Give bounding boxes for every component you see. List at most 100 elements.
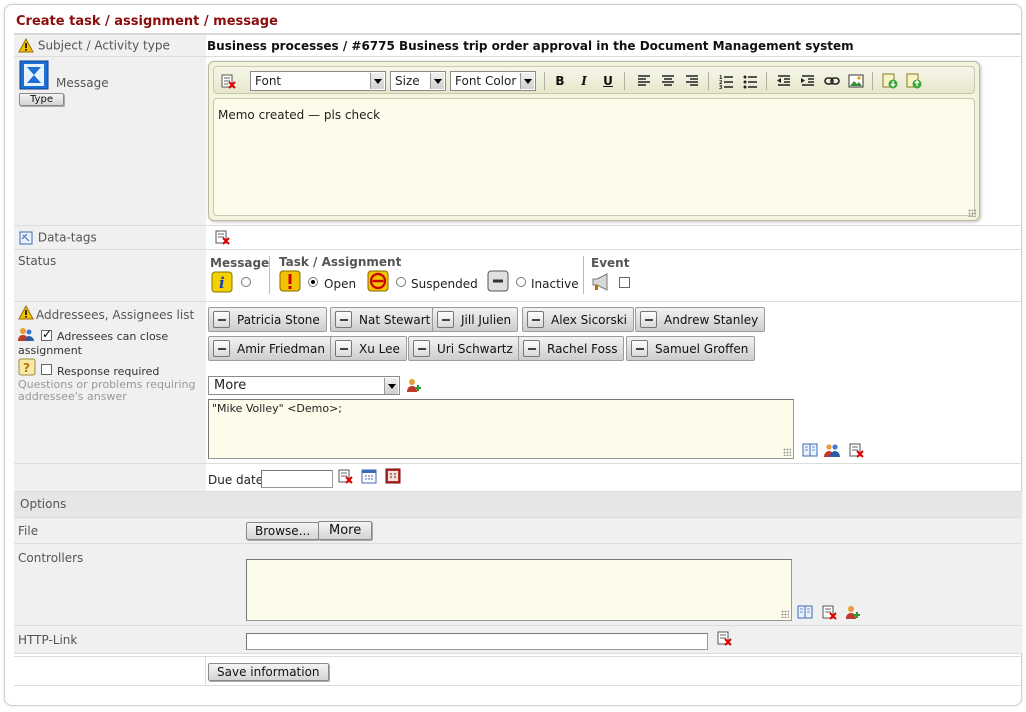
response-required-label: Response required [57,365,160,378]
http-link-input[interactable] [246,633,708,650]
resize-grip-icon[interactable] [781,610,789,618]
outdent-icon[interactable] [776,73,792,89]
remove-icon[interactable] [631,340,648,357]
calendar-icon[interactable] [361,468,377,484]
add-user-icon[interactable] [845,604,861,620]
status-open-label: Open [324,277,357,291]
clear-datatags-icon[interactable] [214,229,230,245]
clear-format-icon[interactable] [220,73,236,89]
font-color-select-value: Font Color [455,74,517,88]
status-suspended-radio[interactable] [396,277,406,287]
controllers-textarea[interactable] [246,559,792,621]
event-checkbox[interactable] [619,277,630,288]
addressee-chip[interactable]: Samuel Groffen [626,336,756,361]
addressees-label: Addressees, Assignees list [36,308,195,322]
chevron-down-icon [430,73,444,89]
addressee-chip[interactable]: Andrew Stanley [635,307,766,332]
link-icon[interactable] [824,73,840,89]
remove-icon[interactable] [335,311,352,328]
status-separator [583,256,584,294]
status-open-radio[interactable] [308,277,318,287]
address-book-icon[interactable] [797,604,813,620]
response-required-checkbox[interactable] [41,364,52,375]
due-date-input[interactable] [261,470,333,488]
addressee-chip[interactable]: Amir Friedman [208,336,332,361]
controllers-label: Controllers [18,551,84,565]
tag-icon [19,231,33,245]
export-icon[interactable] [906,73,922,89]
clear-link-icon[interactable] [716,630,732,646]
addressee-chip[interactable]: Patricia Stone [208,307,327,332]
remove-icon[interactable] [413,340,430,357]
info-icon: i [211,271,233,293]
font-select[interactable]: Font [250,71,386,91]
import-icon[interactable] [882,73,898,89]
remove-icon[interactable] [213,340,230,357]
due-date-empty-cell [14,464,206,491]
add-user-icon[interactable] [406,377,422,393]
file-row: File Browse... More [14,518,1022,544]
inactive-icon [487,270,509,292]
clear-date-icon[interactable] [337,468,353,484]
addressee-chip[interactable]: Jill Julien [432,307,519,332]
bold-button[interactable]: B [552,73,568,89]
toolbar-separator [624,72,625,90]
toolbar-separator [872,72,873,90]
remove-icon[interactable] [213,311,230,328]
addressee-chip[interactable]: Alex Sicorski [522,307,634,332]
size-select[interactable]: Size [390,71,446,91]
remove-icon[interactable] [523,340,540,357]
addressee-chip[interactable]: Nat Stewart [330,307,438,332]
addressee-chip[interactable]: Rachel Foss [518,336,625,361]
remove-icon[interactable] [640,311,657,328]
image-icon[interactable] [848,73,864,89]
status-task-heading: Task / Assignment [279,255,402,269]
datatags-label: Data-tags [37,230,97,245]
indent-icon[interactable] [800,73,816,89]
clear-controllers-icon[interactable] [821,604,837,620]
save-empty-cell [14,657,206,685]
remove-icon[interactable] [527,311,544,328]
chevron-down-icon [384,378,398,394]
status-message-radio[interactable] [241,277,251,287]
addressee-chip[interactable]: Uri Schwartz [408,336,520,361]
status-inactive-label: Inactive [531,277,579,291]
group-icon[interactable] [824,442,840,458]
date-picker-icon[interactable] [385,468,401,484]
more-files-button[interactable]: More [318,521,373,540]
remove-icon[interactable] [335,340,352,357]
align-right-icon[interactable] [684,73,700,89]
http-link-label: HTTP-Link [18,633,78,647]
save-button[interactable]: Save information [208,663,329,681]
status-row: Status Message i Task / Assignment Open … [14,250,1022,302]
italic-button[interactable]: I [576,73,592,89]
align-left-icon[interactable] [636,73,652,89]
status-label-cell: Status [14,250,206,301]
warning-icon [18,305,34,320]
align-center-icon[interactable] [660,73,676,89]
clear-recipients-icon[interactable] [848,442,864,458]
message-type-icon[interactable] [19,60,49,90]
message-textarea[interactable]: Memo created — pls check [213,98,975,216]
size-select-value: Size [395,74,420,88]
ordered-list-icon[interactable]: 123 [718,73,734,89]
resize-grip-icon[interactable] [968,209,976,217]
address-book-icon[interactable] [802,442,818,458]
status-value-cell: Message i Task / Assignment Open Suspend… [207,250,1022,301]
status-inactive-radio[interactable] [516,277,526,287]
type-button[interactable]: Type [19,93,64,106]
page-title: Create task / assignment / message [16,14,278,29]
suspended-icon [367,270,389,292]
font-color-select[interactable]: Font Color [450,71,536,91]
message-editor: Font Size Font Color B I U 123 Memo crea… [208,61,980,221]
more-addressees-select[interactable]: More [208,376,400,395]
underline-button[interactable]: U [600,73,616,89]
toolbar-separator [708,72,709,90]
remove-icon[interactable] [437,311,454,328]
addressee-chip[interactable]: Xu Lee [330,336,407,361]
recipients-textarea[interactable]: "Mike Volley" <Demo>; [208,399,794,459]
resize-grip-icon[interactable] [783,448,791,456]
bulleted-list-icon[interactable] [742,73,758,89]
browse-button[interactable]: Browse... [246,522,320,540]
message-label-cell: Message Type [14,57,206,225]
